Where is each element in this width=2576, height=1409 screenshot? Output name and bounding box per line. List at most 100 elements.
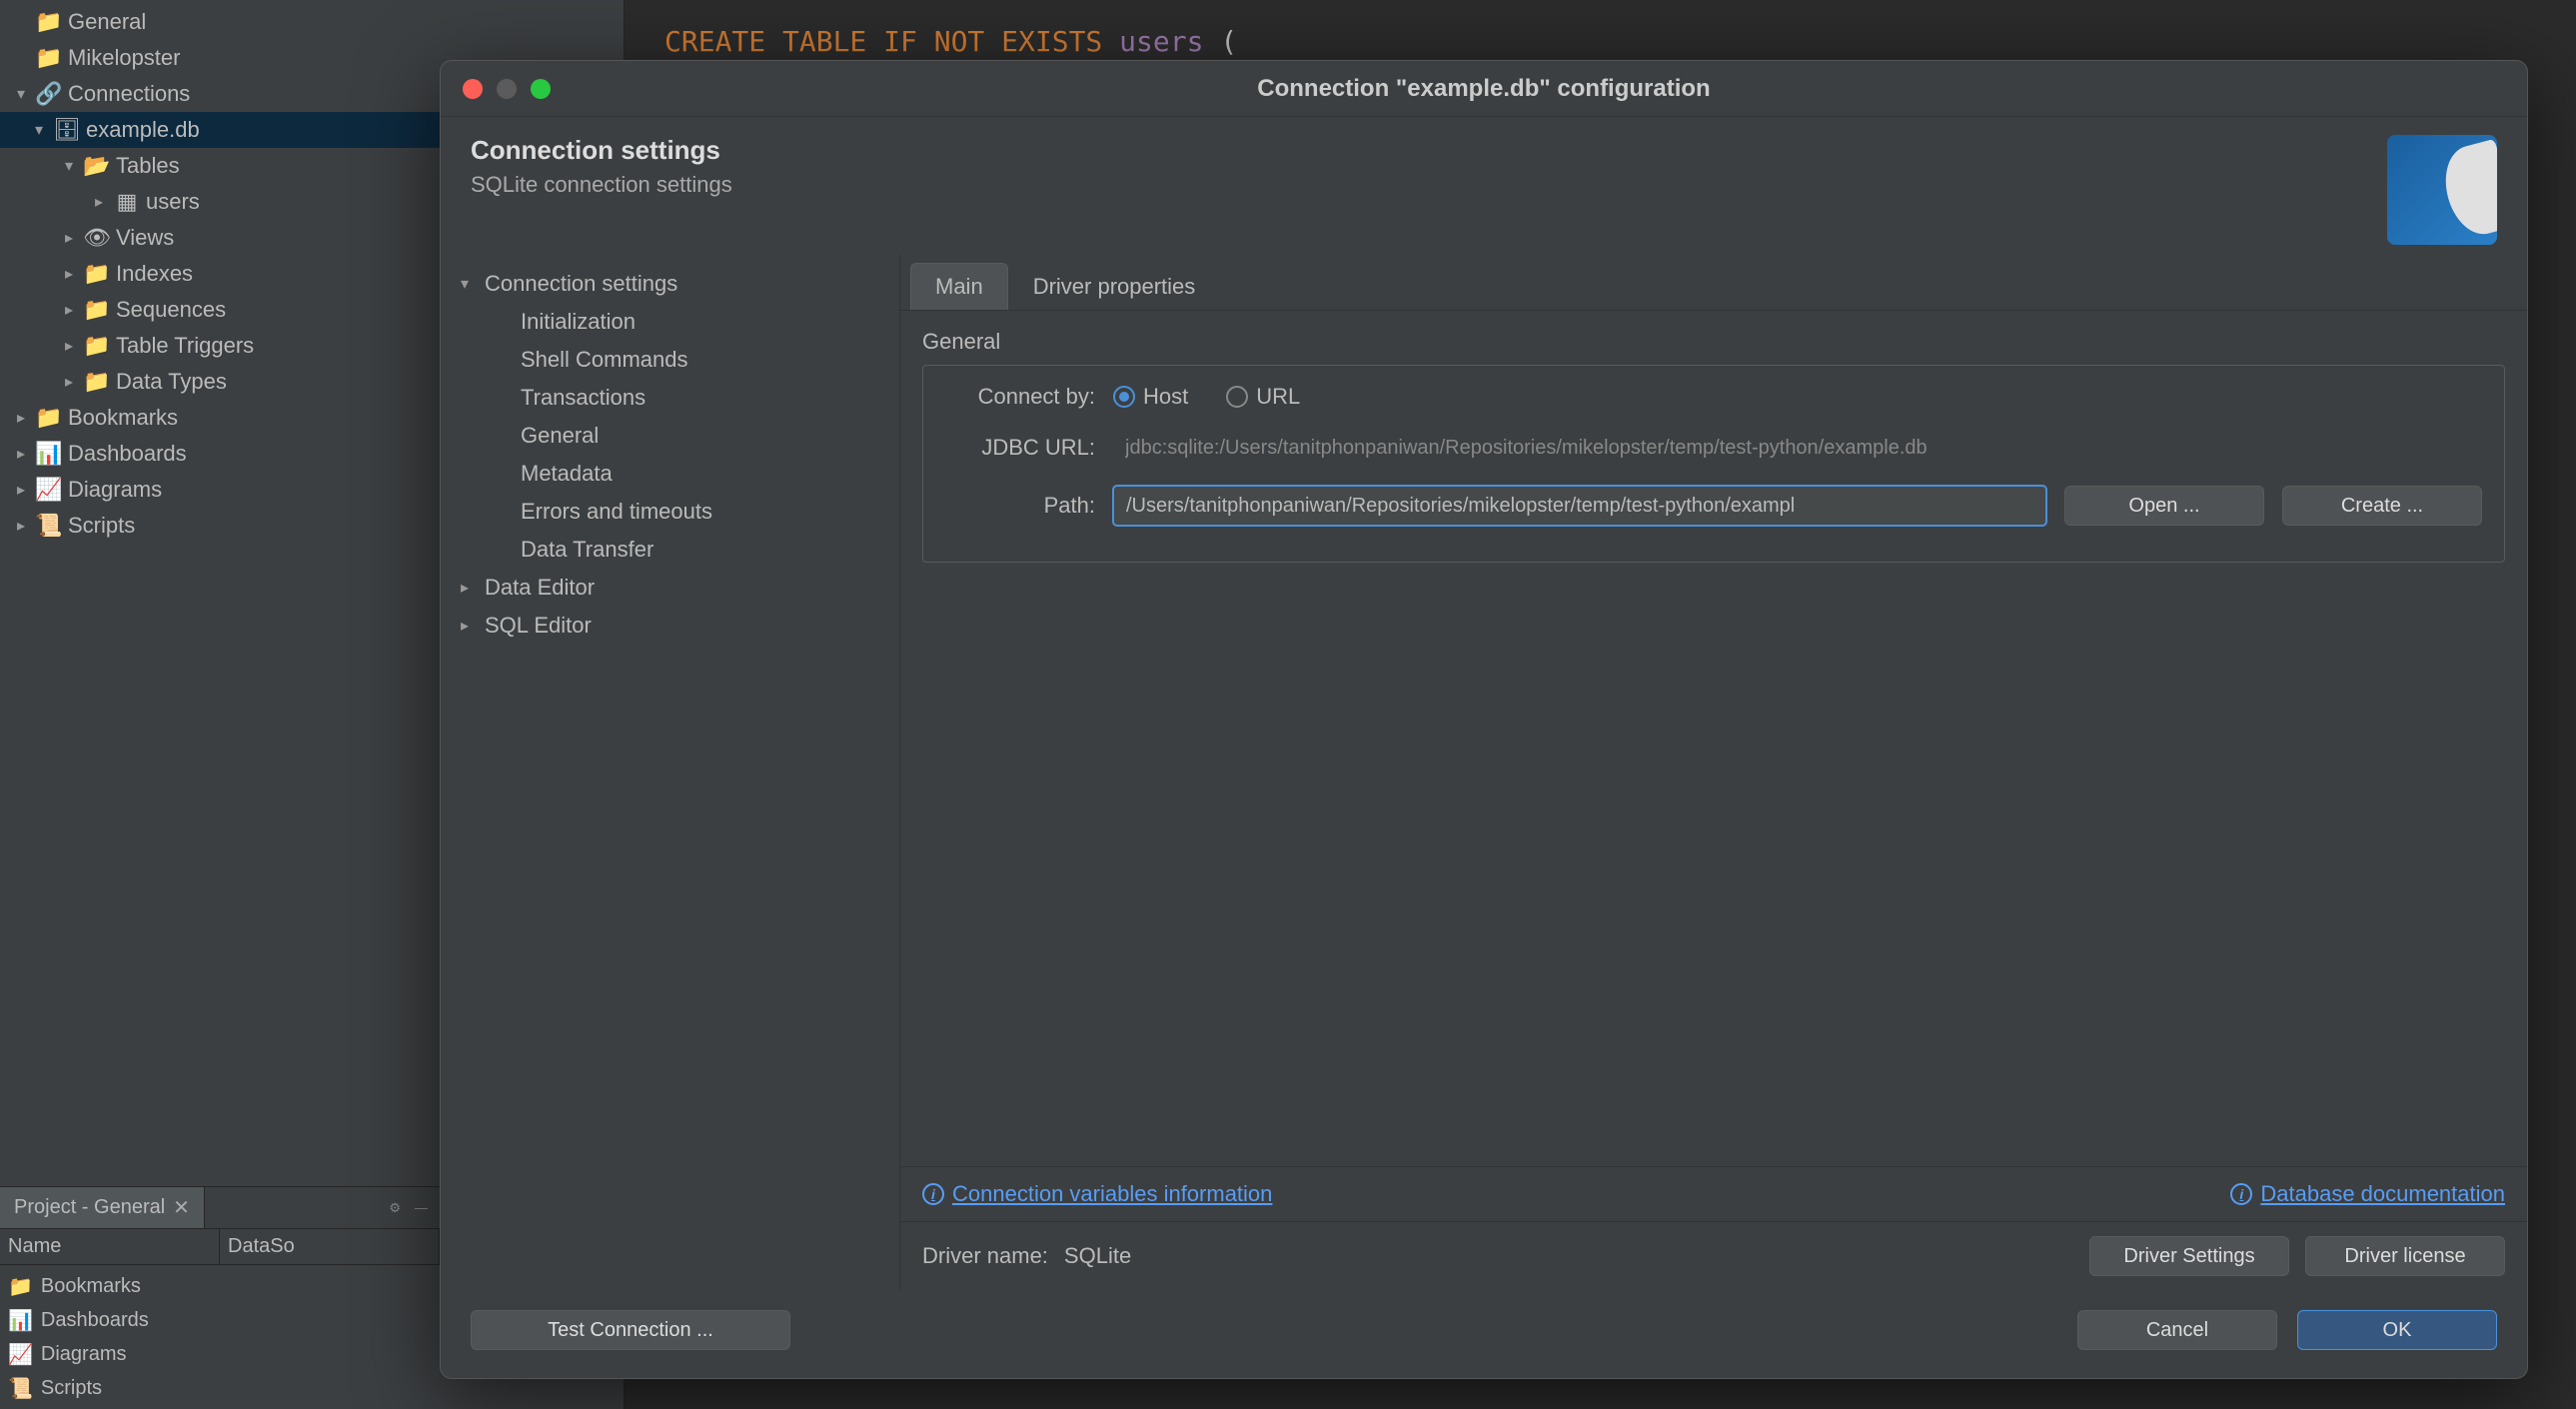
project-toolbar: ⚙ — (389, 1200, 440, 1216)
folder-gold-icon: 📁 (84, 333, 110, 359)
chevron-icon[interactable]: ▸ (12, 480, 30, 500)
path-label: Path: (945, 493, 1095, 519)
open-button[interactable]: Open ... (2064, 486, 2264, 526)
table-icon: ▦ (114, 189, 140, 215)
tree-row-label: Diagrams (68, 477, 162, 503)
dialog-nav-item[interactable]: Errors and timeouts (441, 493, 899, 531)
dialog-nav-item[interactable]: Metadata (441, 455, 899, 493)
chevron-icon[interactable]: ▸ (12, 516, 30, 536)
ok-button[interactable]: OK (2297, 1310, 2497, 1350)
gear-icon[interactable]: ⚙ (389, 1200, 401, 1216)
jdbc-url-field (1113, 428, 2482, 468)
database-documentation-link[interactable]: i Database documentation (2230, 1181, 2505, 1207)
driver-name-label: Driver name: (922, 1243, 1048, 1269)
dialog-footer: Test Connection ... Cancel OK (441, 1290, 2527, 1378)
dialog-header-strip: Connection settings SQLite connection se… (441, 117, 2527, 255)
dialog-nav-label: Data Editor (485, 575, 595, 601)
create-button[interactable]: Create ... (2282, 486, 2482, 526)
tree-row-label: General (68, 9, 146, 35)
chevron-icon[interactable]: ▸ (12, 444, 30, 464)
row-connect-by: Connect by: Host URL (945, 384, 2482, 410)
chevron-icon[interactable]: ▸ (60, 336, 78, 356)
project-panel: Project - General ✕ ⚙ — Name DataSo 📁Boo… (0, 1186, 440, 1409)
sql-identifier: users (1119, 25, 1203, 58)
tree-row-label: users (146, 189, 200, 215)
connection-variables-link[interactable]: i Connection variables information (922, 1181, 1272, 1207)
dialog-nav-item[interactable]: General (441, 417, 899, 455)
dialog-content: Main Driver properties General Connect b… (900, 255, 2527, 1290)
driver-license-button[interactable]: Driver license (2305, 1236, 2505, 1276)
project-list-item[interactable]: 📁Bookmarks (8, 1269, 432, 1303)
diagram-icon: 📈 (36, 477, 62, 503)
script-icon: 📜 (36, 513, 62, 539)
folder-icon: 📜 (8, 1376, 33, 1401)
folder-icon: 📁 (36, 45, 62, 71)
project-tab-label: Project - General (14, 1196, 165, 1219)
chevron-icon[interactable]: ▾ (60, 156, 78, 176)
minimize-window-icon[interactable] (497, 79, 517, 99)
radio-on-icon (1113, 386, 1135, 408)
dialog-nav-item[interactable]: Transactions (441, 379, 899, 417)
chevron-icon[interactable]: ▸ (60, 228, 78, 248)
close-window-icon[interactable] (463, 79, 483, 99)
tree-row-label: Mikelopster (68, 45, 180, 71)
chevron-icon[interactable]: ▾ (12, 84, 30, 104)
tree-row-label: Scripts (68, 513, 135, 539)
tab-main[interactable]: Main (910, 263, 1008, 310)
project-list-item[interactable]: 📈Diagrams (8, 1337, 432, 1371)
dialog-titlebar[interactable]: Connection "example.db" configuration (441, 61, 2527, 117)
dialog-nav-label: Metadata (521, 461, 613, 487)
chevron-icon[interactable]: ▾ (30, 120, 48, 140)
radio-off-icon (1226, 386, 1248, 408)
dialog-nav-item[interactable]: ▸SQL Editor (441, 607, 899, 645)
project-list-item[interactable]: 📜Scripts (8, 1371, 432, 1405)
test-connection-button[interactable]: Test Connection ... (471, 1310, 790, 1350)
project-col-datasource[interactable]: DataSo (220, 1229, 440, 1264)
sql-paren: ( (1220, 25, 1237, 58)
dialog-nav-item[interactable]: ▸ Data Editor (441, 569, 899, 607)
chevron-icon: ▸ (461, 616, 477, 636)
window-controls (441, 79, 551, 99)
dialog-nav-item[interactable]: Data Transfer (441, 531, 899, 569)
dialog-nav-label: Initialization (521, 309, 636, 335)
maximize-window-icon[interactable] (531, 79, 551, 99)
project-columns: Name DataSo (0, 1229, 440, 1265)
project-panel-header: Project - General ✕ ⚙ — (0, 1187, 440, 1229)
dialog-nav-item[interactable]: ▾Connection settings (441, 265, 899, 303)
chevron-icon[interactable]: ▸ (90, 192, 108, 212)
connection-configuration-dialog: Connection "example.db" configuration Co… (440, 60, 2528, 1379)
tree-row-label: Connections (68, 81, 190, 107)
minimize-icon[interactable]: — (415, 1200, 428, 1216)
dialog-nav-item[interactable]: Shell Commands (441, 341, 899, 379)
folder-open-icon: 📂 (84, 153, 110, 179)
chevron-icon[interactable]: ▸ (60, 264, 78, 284)
project-list-label: Diagrams (41, 1343, 127, 1366)
radio-url[interactable]: URL (1226, 384, 1300, 410)
radio-host[interactable]: Host (1113, 384, 1188, 410)
chevron-icon: ▾ (461, 274, 477, 294)
dialog-tabs: Main Driver properties (900, 255, 2527, 311)
project-tab[interactable]: Project - General ✕ (0, 1187, 205, 1228)
folder-icon: 📁 (36, 9, 62, 35)
project-list-item[interactable]: 📊Dashboards (8, 1303, 432, 1337)
driver-settings-button[interactable]: Driver Settings (2089, 1236, 2289, 1276)
database-icon: 🗄 (54, 117, 80, 143)
chevron-icon[interactable]: ▸ (60, 300, 78, 320)
project-list[interactable]: 📁Bookmarks📊Dashboards📈Diagrams📜Scripts (0, 1265, 440, 1409)
folder-gold-icon: 📁 (84, 261, 110, 287)
dialog-nav-item[interactable]: Initialization (441, 303, 899, 341)
chevron-icon[interactable]: ▸ (12, 408, 30, 428)
dialog-nav[interactable]: ▾Connection settings Initialization Shell … (441, 255, 900, 1290)
tree-row-label: Table Triggers (116, 333, 254, 359)
path-field[interactable] (1113, 486, 2046, 526)
dialog-nav-label: Data Transfer (521, 537, 653, 563)
project-col-name[interactable]: Name (0, 1229, 220, 1264)
tab-driver-properties[interactable]: Driver properties (1008, 263, 1221, 310)
cancel-button[interactable]: Cancel (2077, 1310, 2277, 1350)
row-jdbc-url: JDBC URL: (945, 428, 2482, 468)
chevron-icon[interactable]: ▸ (60, 372, 78, 392)
links-row: i Connection variables information i Dat… (900, 1166, 2527, 1222)
chevron-icon: ▸ (461, 578, 477, 598)
close-icon[interactable]: ✕ (173, 1195, 190, 1220)
tree-row[interactable]: ▸📁General (0, 4, 624, 40)
